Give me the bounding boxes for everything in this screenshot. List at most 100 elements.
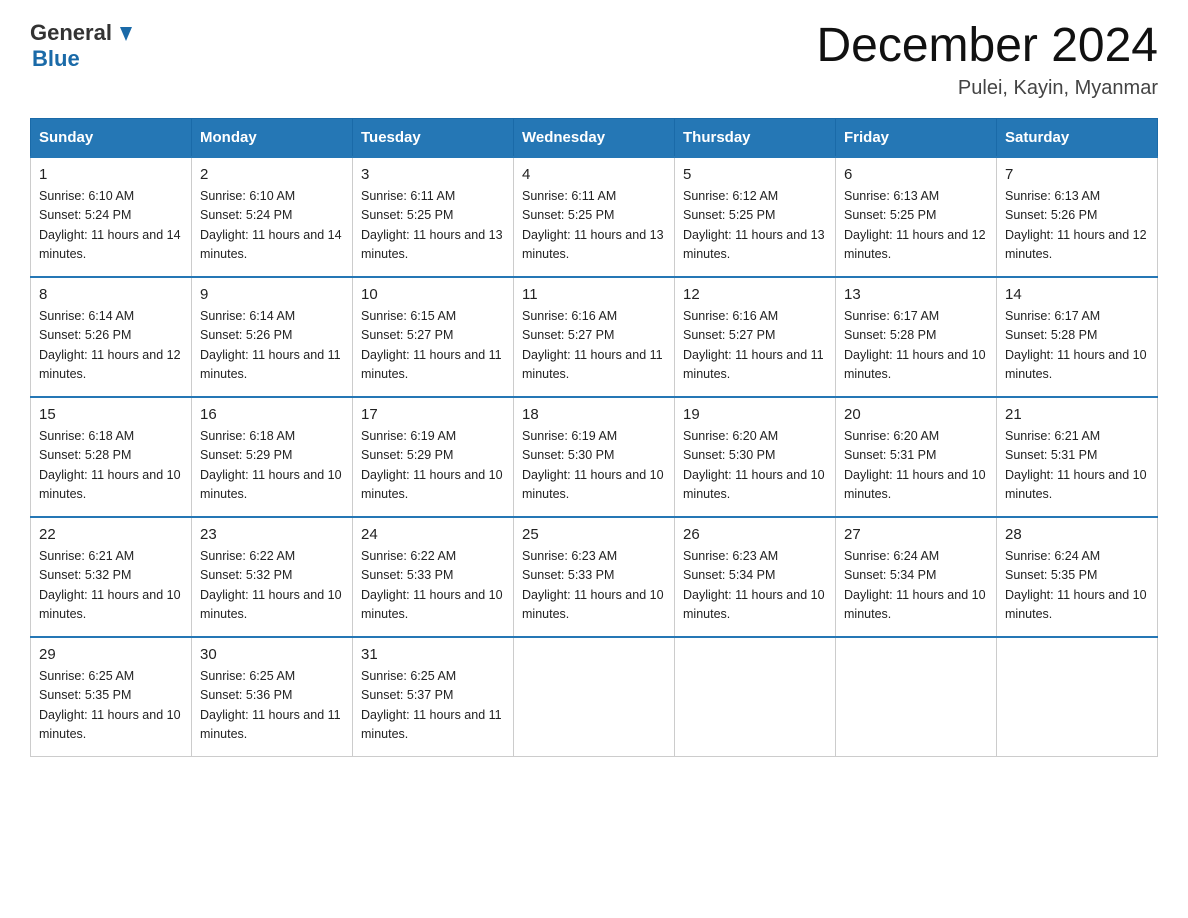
calendar-cell: 12 Sunrise: 6:16 AMSunset: 5:27 PMDaylig…: [675, 277, 836, 397]
title-block: December 2024 Pulei, Kayin, Myanmar: [816, 20, 1158, 100]
day-info: Sunrise: 6:13 AMSunset: 5:26 PMDaylight:…: [1005, 187, 1149, 265]
location-subtitle: Pulei, Kayin, Myanmar: [816, 77, 1158, 100]
column-header-saturday: Saturday: [997, 118, 1158, 157]
column-header-monday: Monday: [192, 118, 353, 157]
day-info: Sunrise: 6:11 AMSunset: 5:25 PMDaylight:…: [522, 187, 666, 265]
day-number: 3: [361, 166, 505, 183]
day-info: Sunrise: 6:13 AMSunset: 5:25 PMDaylight:…: [844, 187, 988, 265]
day-number: 16: [200, 406, 344, 423]
calendar-cell: 31 Sunrise: 6:25 AMSunset: 5:37 PMDaylig…: [353, 637, 514, 757]
calendar-cell: [514, 637, 675, 757]
day-info: Sunrise: 6:14 AMSunset: 5:26 PMDaylight:…: [39, 307, 183, 385]
day-info: Sunrise: 6:17 AMSunset: 5:28 PMDaylight:…: [1005, 307, 1149, 385]
day-number: 27: [844, 526, 988, 543]
day-number: 26: [683, 526, 827, 543]
calendar-cell: 14 Sunrise: 6:17 AMSunset: 5:28 PMDaylig…: [997, 277, 1158, 397]
day-info: Sunrise: 6:18 AMSunset: 5:29 PMDaylight:…: [200, 427, 344, 505]
day-number: 15: [39, 406, 183, 423]
month-year-title: December 2024: [816, 20, 1158, 73]
day-info: Sunrise: 6:14 AMSunset: 5:26 PMDaylight:…: [200, 307, 344, 385]
day-info: Sunrise: 6:10 AMSunset: 5:24 PMDaylight:…: [39, 187, 183, 265]
day-info: Sunrise: 6:20 AMSunset: 5:30 PMDaylight:…: [683, 427, 827, 505]
calendar-cell: 23 Sunrise: 6:22 AMSunset: 5:32 PMDaylig…: [192, 517, 353, 637]
day-info: Sunrise: 6:17 AMSunset: 5:28 PMDaylight:…: [844, 307, 988, 385]
day-info: Sunrise: 6:11 AMSunset: 5:25 PMDaylight:…: [361, 187, 505, 265]
day-number: 24: [361, 526, 505, 543]
day-info: Sunrise: 6:21 AMSunset: 5:31 PMDaylight:…: [1005, 427, 1149, 505]
column-header-sunday: Sunday: [31, 118, 192, 157]
calendar-cell: 10 Sunrise: 6:15 AMSunset: 5:27 PMDaylig…: [353, 277, 514, 397]
day-number: 19: [683, 406, 827, 423]
logo-triangle-icon: [114, 23, 136, 45]
day-number: 2: [200, 166, 344, 183]
calendar-week-row: 15 Sunrise: 6:18 AMSunset: 5:28 PMDaylig…: [31, 397, 1158, 517]
calendar-cell: 11 Sunrise: 6:16 AMSunset: 5:27 PMDaylig…: [514, 277, 675, 397]
calendar-cell: 18 Sunrise: 6:19 AMSunset: 5:30 PMDaylig…: [514, 397, 675, 517]
day-info: Sunrise: 6:15 AMSunset: 5:27 PMDaylight:…: [361, 307, 505, 385]
calendar-cell: 24 Sunrise: 6:22 AMSunset: 5:33 PMDaylig…: [353, 517, 514, 637]
day-number: 10: [361, 286, 505, 303]
day-number: 1: [39, 166, 183, 183]
day-number: 13: [844, 286, 988, 303]
day-info: Sunrise: 6:25 AMSunset: 5:37 PMDaylight:…: [361, 667, 505, 745]
day-info: Sunrise: 6:10 AMSunset: 5:24 PMDaylight:…: [200, 187, 344, 265]
day-info: Sunrise: 6:21 AMSunset: 5:32 PMDaylight:…: [39, 547, 183, 625]
calendar-header-row: SundayMondayTuesdayWednesdayThursdayFrid…: [31, 118, 1158, 157]
calendar-cell: 30 Sunrise: 6:25 AMSunset: 5:36 PMDaylig…: [192, 637, 353, 757]
day-info: Sunrise: 6:22 AMSunset: 5:33 PMDaylight:…: [361, 547, 505, 625]
day-info: Sunrise: 6:25 AMSunset: 5:36 PMDaylight:…: [200, 667, 344, 745]
calendar-week-row: 29 Sunrise: 6:25 AMSunset: 5:35 PMDaylig…: [31, 637, 1158, 757]
calendar-cell: 19 Sunrise: 6:20 AMSunset: 5:30 PMDaylig…: [675, 397, 836, 517]
calendar-cell: 5 Sunrise: 6:12 AMSunset: 5:25 PMDayligh…: [675, 157, 836, 277]
day-number: 5: [683, 166, 827, 183]
day-number: 6: [844, 166, 988, 183]
day-number: 12: [683, 286, 827, 303]
calendar-cell: 16 Sunrise: 6:18 AMSunset: 5:29 PMDaylig…: [192, 397, 353, 517]
calendar-cell: 6 Sunrise: 6:13 AMSunset: 5:25 PMDayligh…: [836, 157, 997, 277]
day-number: 9: [200, 286, 344, 303]
day-info: Sunrise: 6:16 AMSunset: 5:27 PMDaylight:…: [522, 307, 666, 385]
day-info: Sunrise: 6:24 AMSunset: 5:35 PMDaylight:…: [1005, 547, 1149, 625]
calendar-cell: [836, 637, 997, 757]
calendar-cell: [675, 637, 836, 757]
logo-text-general: General: [30, 20, 112, 46]
calendar-cell: 9 Sunrise: 6:14 AMSunset: 5:26 PMDayligh…: [192, 277, 353, 397]
day-info: Sunrise: 6:24 AMSunset: 5:34 PMDaylight:…: [844, 547, 988, 625]
calendar-cell: 2 Sunrise: 6:10 AMSunset: 5:24 PMDayligh…: [192, 157, 353, 277]
calendar-cell: 17 Sunrise: 6:19 AMSunset: 5:29 PMDaylig…: [353, 397, 514, 517]
calendar-cell: 25 Sunrise: 6:23 AMSunset: 5:33 PMDaylig…: [514, 517, 675, 637]
calendar-cell: 28 Sunrise: 6:24 AMSunset: 5:35 PMDaylig…: [997, 517, 1158, 637]
page-header: General Blue December 2024 Pulei, Kayin,…: [30, 20, 1158, 100]
day-info: Sunrise: 6:20 AMSunset: 5:31 PMDaylight:…: [844, 427, 988, 505]
column-header-tuesday: Tuesday: [353, 118, 514, 157]
day-number: 11: [522, 286, 666, 303]
day-number: 21: [1005, 406, 1149, 423]
day-number: 18: [522, 406, 666, 423]
calendar-cell: 21 Sunrise: 6:21 AMSunset: 5:31 PMDaylig…: [997, 397, 1158, 517]
calendar-cell: 3 Sunrise: 6:11 AMSunset: 5:25 PMDayligh…: [353, 157, 514, 277]
calendar-cell: 4 Sunrise: 6:11 AMSunset: 5:25 PMDayligh…: [514, 157, 675, 277]
day-number: 31: [361, 646, 505, 663]
day-info: Sunrise: 6:19 AMSunset: 5:30 PMDaylight:…: [522, 427, 666, 505]
calendar-week-row: 1 Sunrise: 6:10 AMSunset: 5:24 PMDayligh…: [31, 157, 1158, 277]
day-number: 25: [522, 526, 666, 543]
column-header-friday: Friday: [836, 118, 997, 157]
calendar-cell: 27 Sunrise: 6:24 AMSunset: 5:34 PMDaylig…: [836, 517, 997, 637]
day-number: 17: [361, 406, 505, 423]
day-number: 14: [1005, 286, 1149, 303]
day-info: Sunrise: 6:23 AMSunset: 5:34 PMDaylight:…: [683, 547, 827, 625]
day-info: Sunrise: 6:22 AMSunset: 5:32 PMDaylight:…: [200, 547, 344, 625]
calendar-cell: 13 Sunrise: 6:17 AMSunset: 5:28 PMDaylig…: [836, 277, 997, 397]
column-header-thursday: Thursday: [675, 118, 836, 157]
day-number: 30: [200, 646, 344, 663]
calendar-week-row: 8 Sunrise: 6:14 AMSunset: 5:26 PMDayligh…: [31, 277, 1158, 397]
day-number: 28: [1005, 526, 1149, 543]
day-number: 8: [39, 286, 183, 303]
day-info: Sunrise: 6:18 AMSunset: 5:28 PMDaylight:…: [39, 427, 183, 505]
column-header-wednesday: Wednesday: [514, 118, 675, 157]
calendar-cell: 20 Sunrise: 6:20 AMSunset: 5:31 PMDaylig…: [836, 397, 997, 517]
day-info: Sunrise: 6:12 AMSunset: 5:25 PMDaylight:…: [683, 187, 827, 265]
day-number: 7: [1005, 166, 1149, 183]
calendar-table: SundayMondayTuesdayWednesdayThursdayFrid…: [30, 118, 1158, 758]
calendar-cell: 22 Sunrise: 6:21 AMSunset: 5:32 PMDaylig…: [31, 517, 192, 637]
